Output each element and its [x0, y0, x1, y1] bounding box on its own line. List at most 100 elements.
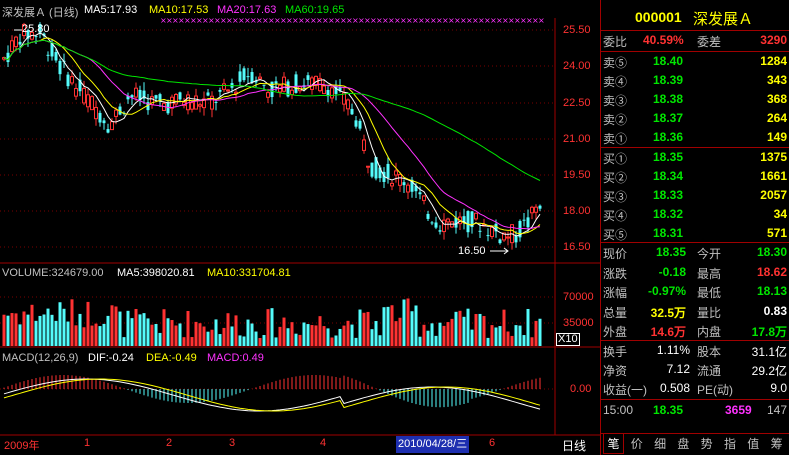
- volume-bar: [18, 324, 22, 346]
- bid-price: 18.35: [653, 150, 684, 164]
- volume-bar: [42, 314, 46, 346]
- tab-1[interactable]: 价: [626, 434, 647, 454]
- candle-body: [206, 92, 210, 96]
- candle-body: [386, 163, 390, 178]
- stat-row: 总量 32.5万 量比 0.83: [601, 302, 789, 321]
- tab-4[interactable]: 势: [696, 434, 717, 454]
- ma60-label: MA60:19.65: [285, 4, 345, 16]
- volume-bar: [274, 337, 278, 346]
- ask-volume: 1284: [760, 54, 787, 68]
- candle-body: [94, 106, 98, 120]
- volume-bar: [146, 318, 150, 346]
- tick-count: 147: [766, 403, 787, 417]
- volume-bar: [34, 320, 38, 346]
- finance-label: 流通: [697, 364, 722, 378]
- volume-bar: [270, 308, 274, 346]
- tab-2[interactable]: 细: [650, 434, 671, 454]
- bid-label: 买④: [603, 209, 628, 223]
- stat-value: 18.30: [756, 245, 787, 259]
- volume-ma5-label: MA5:398020.81: [117, 267, 195, 279]
- macd-dea: DEA:-0.49: [146, 352, 197, 364]
- date-year: 2009年: [4, 440, 40, 452]
- volume-bar: [466, 308, 470, 346]
- finance-row: 换手 1.11% 股本 31.1亿: [601, 341, 789, 360]
- stat-label: 外盘: [603, 325, 628, 339]
- volume-bar: [222, 327, 226, 346]
- ask-volume: 149: [766, 130, 787, 144]
- stat-label: 涨跌: [603, 266, 628, 281]
- finance-value: 31.1亿: [751, 345, 787, 359]
- candle-body: [274, 81, 278, 84]
- volume-bar: [94, 323, 98, 346]
- tab-3[interactable]: 盘: [673, 434, 694, 454]
- bid-volume: 2057: [760, 188, 787, 202]
- bid-label: 买②: [603, 171, 628, 185]
- y-tick: 16.50: [563, 241, 591, 253]
- stat-row: 涨跌 -0.18 最高 18.62: [601, 263, 789, 282]
- candle-body: [262, 84, 266, 86]
- volume-bar: [398, 317, 402, 346]
- volume-bar: [22, 311, 26, 346]
- volume-ma10-label: MA10:331704.81: [207, 267, 291, 279]
- ask-row: 卖④ 18.39 343: [601, 71, 789, 90]
- high-price-marker: 25.80: [22, 23, 50, 35]
- volume-bar: [358, 309, 362, 346]
- volume-bar: [10, 313, 14, 346]
- ask-row: 卖③ 18.38 368: [601, 90, 789, 109]
- kline-title: 深发展Ａ (日线): [2, 7, 79, 19]
- tab-6[interactable]: 值: [743, 434, 764, 454]
- volume-bar: [6, 315, 10, 346]
- stat-label: 涨幅: [603, 286, 628, 300]
- finance-value: 7.12: [666, 362, 690, 376]
- finance-value: 1.11%: [656, 343, 690, 357]
- candle-body: [74, 87, 78, 97]
- candle-body: [218, 90, 222, 92]
- stat-value: 17.8万: [751, 325, 787, 339]
- chart-area[interactable]: × × × × × × × × × × × × × × × × × × × × × × × × × × × × × × × × × × × × × × × ×…: [0, 0, 600, 455]
- stat-value: 0.83: [763, 303, 787, 318]
- volume-bar: [326, 328, 330, 346]
- volume-bar: [198, 323, 202, 346]
- volume-bar: [310, 325, 314, 346]
- candle-body: [82, 87, 86, 104]
- tab-7[interactable]: 筹: [766, 434, 787, 454]
- candle-body: [522, 219, 526, 221]
- candle-body: [538, 205, 542, 209]
- volume-bar: [390, 305, 394, 346]
- volume-bar: [302, 322, 306, 346]
- candle-body: [194, 95, 198, 110]
- candle-body: [446, 218, 450, 223]
- volume-bar: [2, 314, 6, 346]
- ma-line: [3, 39, 541, 181]
- volume-bar: [218, 334, 222, 346]
- stat-value: -0.97%: [647, 284, 686, 298]
- volume-bar: [210, 329, 214, 346]
- volume-bar: [426, 330, 430, 346]
- ma-line: [3, 32, 541, 237]
- kline-chart[interactable]: × × × × × × × × × × × × × × × × × × × × × × × × × × × × × × × × × × × × × × × ×…: [0, 0, 600, 455]
- volume-bar: [86, 301, 90, 346]
- candle-body: [294, 74, 298, 93]
- bid-price: 18.34: [653, 169, 684, 183]
- ma-line: [3, 37, 541, 235]
- macd-value: MACD:0.49: [207, 352, 264, 364]
- volume-bar: [354, 337, 358, 346]
- bid-row: 买① 18.35 1375: [601, 148, 789, 167]
- tab-0[interactable]: 笔: [603, 434, 624, 454]
- y-tick: 24.00: [563, 60, 591, 72]
- volume-bar: [286, 328, 290, 346]
- period-selector[interactable]: 日线: [562, 437, 586, 454]
- bid-volume: 34: [773, 207, 787, 221]
- volume-bar: [514, 325, 518, 346]
- volume-bar: [78, 313, 82, 346]
- volume-bar: [406, 298, 410, 346]
- candle-body: [442, 219, 446, 233]
- stat-label: 今开: [697, 247, 722, 261]
- candle-body: [58, 60, 62, 75]
- tick-row: 15:00 18.35 3659 147: [601, 401, 789, 420]
- macd-y-tick: 0.00: [570, 383, 592, 395]
- tab-5[interactable]: 指: [720, 434, 741, 454]
- candle-body: [106, 129, 110, 133]
- candle-body: [250, 72, 254, 83]
- volume-bar: [334, 335, 338, 346]
